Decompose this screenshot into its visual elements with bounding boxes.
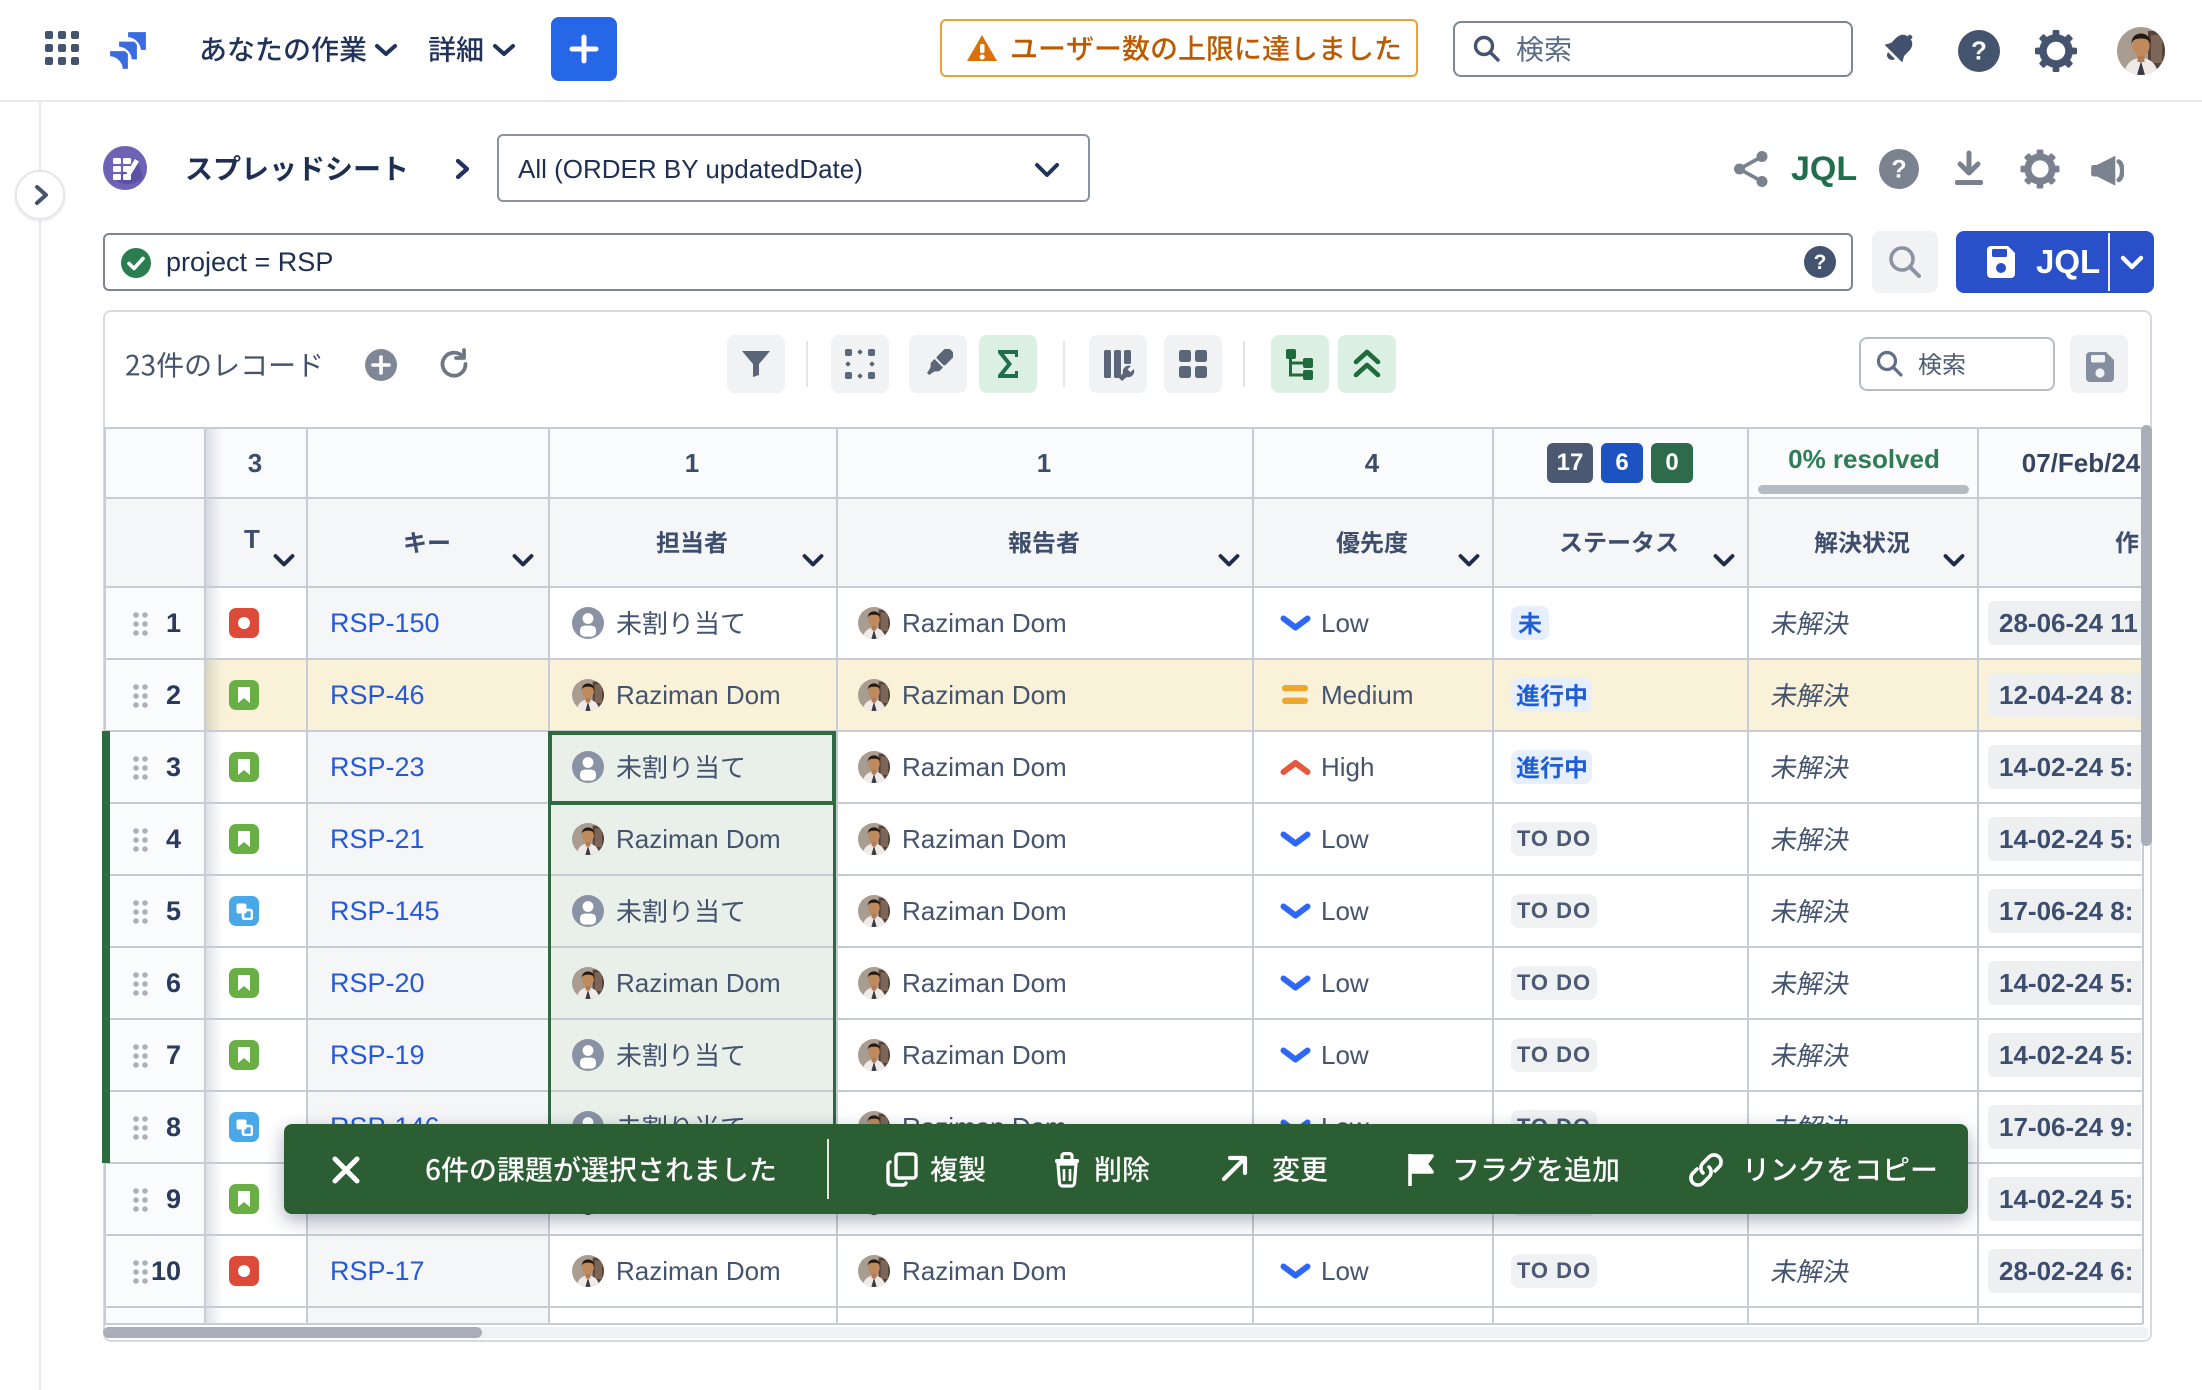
- svg-text:?: ?: [1814, 251, 1827, 274]
- svg-text:?: ?: [1891, 156, 1906, 184]
- svg-text:?: ?: [1971, 36, 1987, 66]
